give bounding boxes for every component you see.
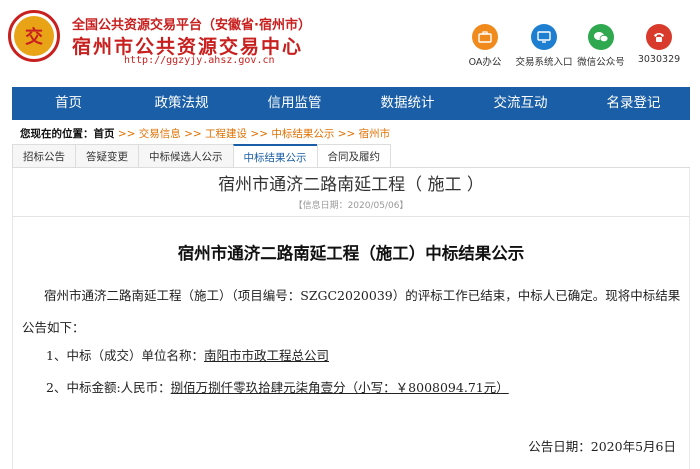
nav-item-statistics[interactable]: 数据统计	[351, 87, 464, 120]
nav-item-interaction[interactable]: 交流互动	[464, 87, 577, 120]
monitor-icon	[531, 24, 557, 50]
phone-icon	[646, 24, 672, 50]
wechat-icon	[588, 24, 614, 50]
logo-emblem: 交	[14, 16, 54, 56]
site-header: 交 全国公共资源交易平台（安徽省·宿州市） 宿州市公共资源交易中心 http:/…	[0, 0, 700, 87]
breadcrumb-item[interactable]: 工程建设	[205, 128, 247, 140]
site-logo[interactable]: 交	[8, 10, 60, 62]
briefcase-icon	[472, 24, 498, 50]
nav-item-credit[interactable]: 信用监管	[238, 87, 351, 120]
tab-candidates[interactable]: 中标候选人公示	[138, 144, 234, 167]
nav-item-home[interactable]: 首页	[12, 87, 125, 120]
amount-label: 2、中标金额:人民币：	[46, 380, 171, 395]
quick-link-phone[interactable]: 3030329	[624, 24, 694, 65]
winner-name: 南阳市市政工程总公司	[203, 348, 329, 363]
breadcrumb-item[interactable]: 中标结果公示	[271, 128, 334, 140]
divider	[12, 216, 690, 217]
nav-item-policy[interactable]: 政策法规	[125, 87, 238, 120]
announcement-date: 公告日期：2020年5月6日	[528, 439, 676, 454]
breadcrumb-item[interactable]: 宿州市	[359, 128, 391, 140]
announcement-intro: 宿州市通济二路南延工程（施工）（项目编号：SZGC2020039）的评标工作已结…	[22, 288, 681, 335]
announcement-title: 宿州市通济二路南延工程（施工）中标结果公示	[177, 244, 525, 263]
tab-contracts[interactable]: 合同及履约	[316, 144, 391, 167]
winner-line: 1、中标（成交）单位名称：南阳市市政工程总公司	[46, 345, 700, 364]
award-amount: 捌佰万捌仟零玖拾肆元柒角壹分（小写：￥8008094.71元）	[170, 380, 509, 395]
winner-label: 1、中标（成交）单位名称：	[46, 348, 204, 363]
tab-qa-changes[interactable]: 答疑变更	[75, 144, 139, 167]
tab-tender-notice[interactable]: 招标公告	[12, 144, 76, 167]
nav-item-registry[interactable]: 名录登记	[577, 87, 690, 120]
tab-award-results[interactable]: 中标结果公示	[232, 144, 318, 167]
page-title: 宿州市通济二路南延工程（ 施工 ）	[218, 175, 484, 195]
quick-link-label: 3030329	[637, 54, 681, 65]
breadcrumb-label: 您现在的位置：	[20, 128, 94, 140]
breadcrumb: 您现在的位置：首页 >> 交易信息 >> 工程建设 >> 中标结果公示 >> 宿…	[20, 128, 391, 140]
breadcrumb-home[interactable]: 首页	[94, 128, 115, 140]
main-nav: 首页 政策法规 信用监管 数据统计 交流互动 名录登记	[12, 87, 690, 120]
site-url: http://ggzyjy.ahsz.gov.cn	[124, 55, 275, 66]
breadcrumb-item[interactable]: 交易信息	[139, 128, 181, 140]
quick-link-label: 微信公众号	[577, 57, 625, 68]
quick-link-label: OA办公	[468, 57, 502, 68]
site-subtitle: 全国公共资源交易平台（安徽省·宿州市）	[72, 18, 311, 33]
quick-link-label: 交易系统入口	[515, 57, 573, 68]
category-tabs: 招标公告 答疑变更 中标候选人公示 中标结果公示 合同及履约	[12, 144, 690, 168]
publish-date: 【信息日期：2020/05/06】	[293, 201, 409, 211]
amount-line: 2、中标金额:人民币：捌佰万捌仟零玖拾肆元柒角壹分（小写：￥8008094.71…	[46, 377, 700, 396]
